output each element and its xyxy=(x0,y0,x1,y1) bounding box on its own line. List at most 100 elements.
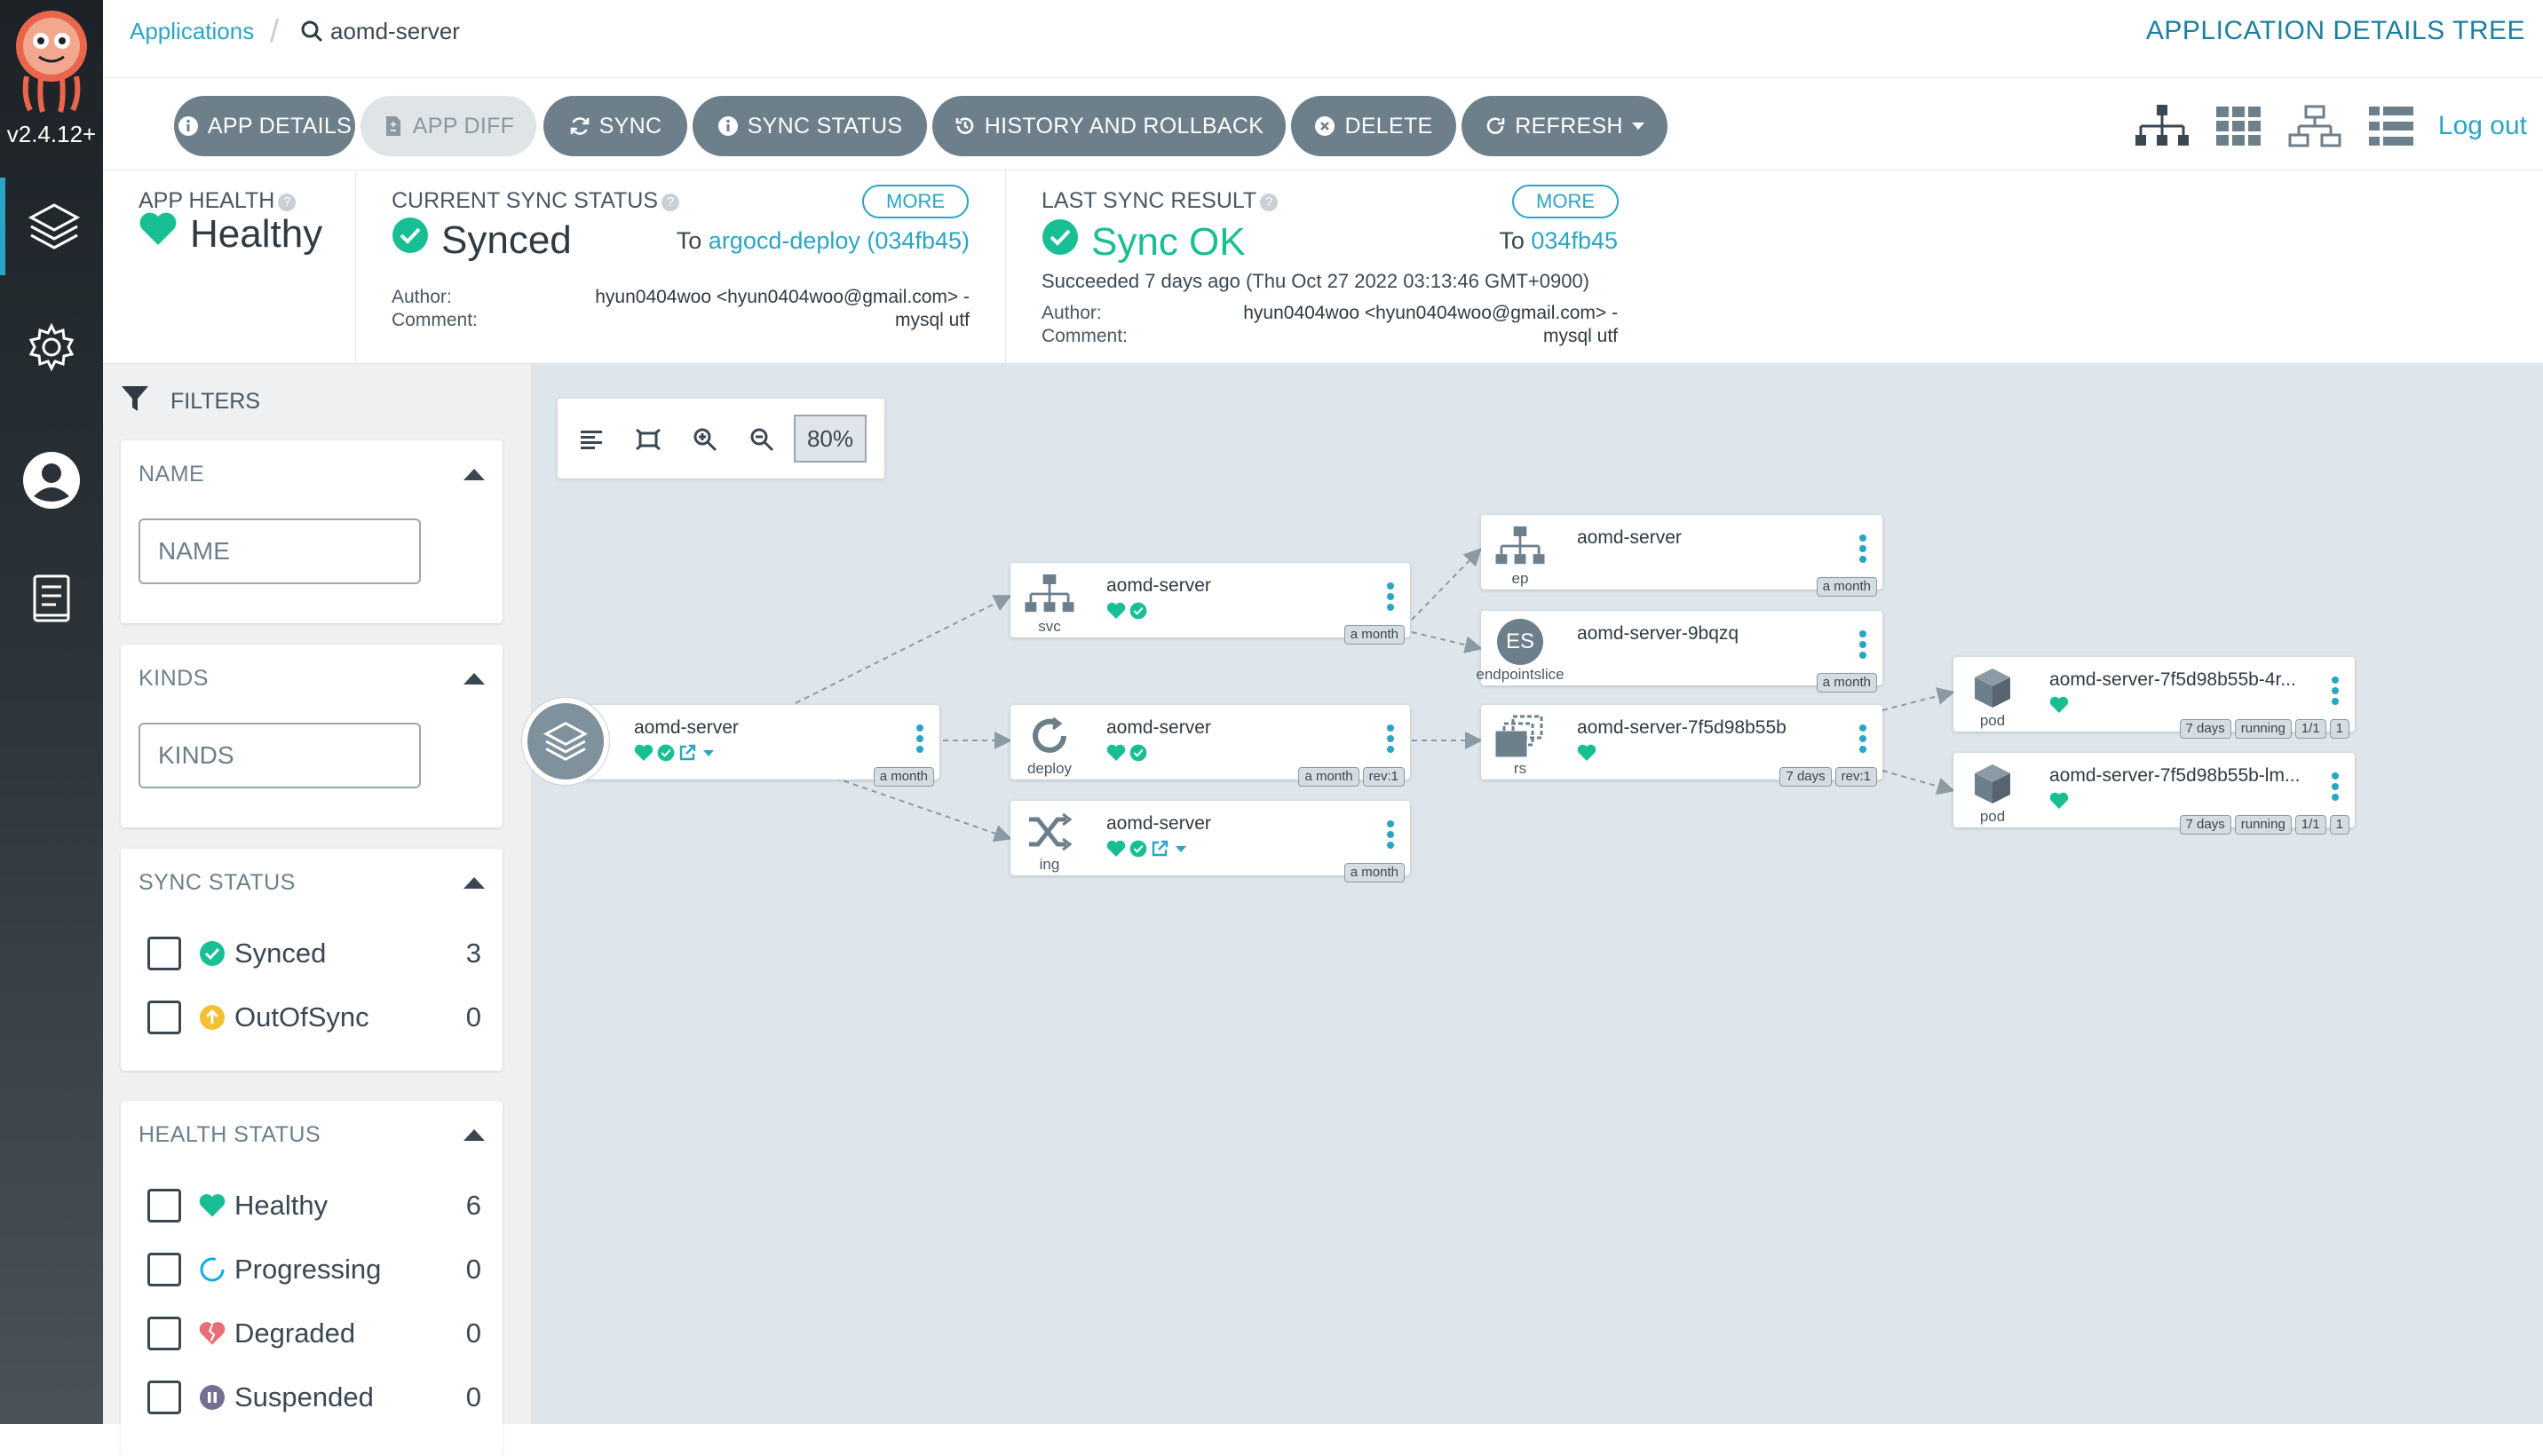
help-icon[interactable]: ? xyxy=(278,194,297,211)
search-icon[interactable] xyxy=(300,20,323,47)
kebab-menu-icon[interactable] xyxy=(916,724,923,756)
fit-screen-icon[interactable] xyxy=(630,422,666,457)
align-left-icon[interactable] xyxy=(574,422,609,457)
endpointslice-node[interactable]: ES endpointslice aomd-server-9bqzq a mon… xyxy=(1476,611,1882,692)
check-circle-icon xyxy=(657,744,675,762)
network-view-icon[interactable] xyxy=(2277,99,2353,153)
app-health-value: Healthy xyxy=(139,211,322,257)
broken-heart-icon xyxy=(197,1318,227,1349)
heart-icon xyxy=(1106,840,1126,857)
checkbox[interactable] xyxy=(147,1317,181,1350)
delete-circle-icon xyxy=(1314,115,1335,137)
collapse-caret-icon[interactable] xyxy=(463,877,485,889)
file-diff-icon xyxy=(383,115,404,137)
external-link-icon xyxy=(1152,840,1169,857)
sync-button[interactable]: SYNC xyxy=(543,96,687,156)
filter-option-progressing[interactable]: Progressing 0 xyxy=(147,1250,481,1289)
app-health-section: APP HEALTH? Healthy xyxy=(103,170,355,364)
checkbox[interactable] xyxy=(147,1001,181,1034)
page-title: APPLICATION DETAILS TREE xyxy=(2145,16,2525,45)
view-switcher: Log out xyxy=(2124,99,2543,153)
checkbox[interactable] xyxy=(147,1189,181,1223)
filter-option-outofsync[interactable]: OutOfSync 0 xyxy=(147,998,481,1037)
svc-node[interactable]: svc aomd-server a month xyxy=(1010,563,1410,645)
ep-node[interactable]: ep aomd-server a month xyxy=(1481,515,1882,597)
arrow-up-circle-icon xyxy=(197,1002,227,1033)
kebab-menu-icon[interactable] xyxy=(1859,534,1866,566)
collapse-caret-icon[interactable] xyxy=(463,673,485,684)
ing-node[interactable]: ing aomd-server a month xyxy=(1010,801,1410,882)
check-circle-icon xyxy=(392,217,429,264)
heart-icon xyxy=(139,211,178,257)
kebab-menu-icon[interactable] xyxy=(1859,724,1866,756)
filter-option-synced[interactable]: Synced 3 xyxy=(147,934,481,973)
filter-option-degraded[interactable]: Degraded 0 xyxy=(147,1314,481,1353)
collapse-caret-icon[interactable] xyxy=(463,469,485,480)
heart-icon xyxy=(1106,602,1126,619)
checkbox[interactable] xyxy=(147,937,181,970)
info-icon xyxy=(178,115,199,137)
checkbox[interactable] xyxy=(147,1381,181,1414)
heart-icon xyxy=(2049,792,2069,809)
app-health-title: APP HEALTH xyxy=(139,188,275,213)
last-sync-more-button[interactable]: MORE xyxy=(1512,185,1619,218)
user-icon xyxy=(21,450,82,510)
nav-user-info[interactable] xyxy=(0,431,103,529)
argo-logo-icon[interactable] xyxy=(7,7,96,115)
current-sync-revision-link[interactable]: argocd-deploy (034fb45) xyxy=(709,227,970,254)
breadcrumb-applications[interactable]: Applications xyxy=(130,18,254,45)
checkbox[interactable] xyxy=(147,1253,181,1286)
kebab-menu-icon[interactable] xyxy=(1387,820,1394,852)
last-sync-revision-link[interactable]: 034fb45 xyxy=(1531,227,1618,254)
kinds-filter-input[interactable] xyxy=(139,723,421,788)
zoom-in-icon[interactable] xyxy=(687,422,723,457)
app-diff-button[interactable]: APP DIFF xyxy=(360,96,536,156)
pods-view-icon[interactable] xyxy=(2200,99,2277,153)
refresh-button[interactable]: REFRESH xyxy=(1462,96,1668,156)
nav-docs[interactable] xyxy=(0,550,103,648)
rs-node[interactable]: rs aomd-server-7f5d98b55b 7 days rev:1 xyxy=(1481,705,1882,787)
current-sync-more-button[interactable]: MORE xyxy=(862,185,969,218)
pod-node-2[interactable]: pod aomd-server-7f5d98b55b-lm... 7 days … xyxy=(1953,753,2355,835)
kebab-menu-icon[interactable] xyxy=(1387,582,1394,614)
logout-link[interactable]: Log out xyxy=(2438,111,2527,141)
help-icon[interactable]: ? xyxy=(1260,194,1279,211)
zoom-level[interactable]: 80% xyxy=(794,415,867,463)
check-circle-icon xyxy=(1129,840,1147,858)
tree-view-icon[interactable] xyxy=(2124,99,2200,153)
action-toolbar: APP DETAILS APP DIFF SYNC SYNC STATUS HI… xyxy=(103,78,2543,170)
current-sync-comment: mysql utf xyxy=(894,310,970,330)
filter-option-suspended[interactable]: Suspended 0 xyxy=(147,1378,481,1417)
pod-node-1[interactable]: pod aomd-server-7f5d98b55b-4r... 7 days … xyxy=(1953,657,2355,739)
app-node[interactable]: aomd-server a month xyxy=(577,705,939,787)
sync-status-button[interactable]: SYNC STATUS xyxy=(693,96,927,156)
collapse-caret-icon[interactable] xyxy=(463,1129,485,1141)
current-sync-section: CURRENT SYNC STATUS? MORE Synced To argo… xyxy=(355,170,1005,364)
application-layers-icon[interactable] xyxy=(522,698,609,785)
nav-settings[interactable] xyxy=(0,298,103,396)
history-rollback-button[interactable]: HISTORY AND ROLLBACK xyxy=(932,96,1286,156)
nav-applications[interactable] xyxy=(0,178,103,275)
kebab-menu-icon[interactable] xyxy=(2332,677,2339,708)
docs-icon xyxy=(29,573,74,626)
help-icon[interactable]: ? xyxy=(661,194,680,211)
ingress-shuffle-icon xyxy=(1021,810,1078,854)
name-filter-input[interactable] xyxy=(139,518,421,584)
kebab-menu-icon[interactable] xyxy=(1387,724,1394,756)
list-view-icon[interactable] xyxy=(2353,99,2429,153)
chevron-down-icon xyxy=(1176,845,1186,852)
gear-icon xyxy=(25,320,78,374)
zoom-out-icon[interactable] xyxy=(744,422,780,457)
graph-zoom-toolbar: 80% xyxy=(558,399,884,479)
history-icon xyxy=(955,115,976,137)
filters-header[interactable]: FILTERS xyxy=(121,385,260,418)
check-circle-icon xyxy=(1129,602,1147,620)
breadcrumb-current: aomd-server xyxy=(330,18,460,44)
kebab-menu-icon[interactable] xyxy=(2332,772,2339,804)
delete-button[interactable]: DELETE xyxy=(1291,96,1456,156)
kebab-menu-icon[interactable] xyxy=(1859,630,1866,662)
left-nav: v2.4.12+ xyxy=(0,0,103,1424)
app-details-button[interactable]: APP DETAILS xyxy=(174,96,355,156)
filter-option-healthy[interactable]: Healthy 6 xyxy=(147,1186,481,1225)
deploy-node[interactable]: deploy aomd-server a month rev:1 xyxy=(1010,705,1410,787)
